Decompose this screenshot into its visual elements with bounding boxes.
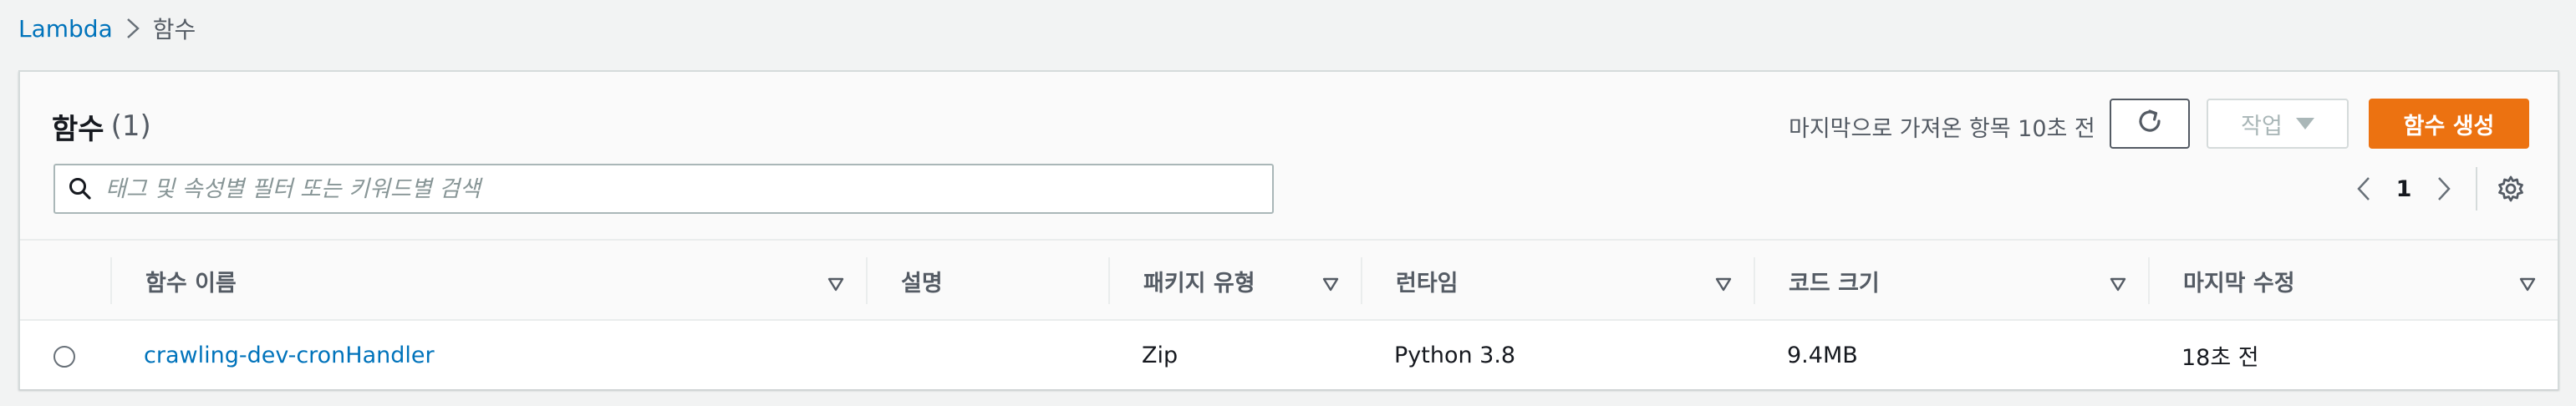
actions-dropdown-button[interactable]: 작업	[2207, 99, 2349, 149]
breadcrumb-lambda-link[interactable]: Lambda	[18, 15, 113, 43]
column-header-code-size[interactable]: 코드 크기	[1754, 257, 2148, 304]
breadcrumb: Lambda 함수	[18, 12, 196, 45]
function-runtime: Python 3.8	[1394, 342, 1516, 368]
table-header: 함수 이름 설명 패키지 유형 런타임 코드 크기 마지막 수정	[20, 241, 2558, 321]
refresh-button[interactable]	[2110, 99, 2190, 149]
last-fetched-text: 마지막으로 가져온 항목 10초 전	[1789, 115, 2095, 142]
column-header-last-modified[interactable]: 마지막 수정	[2148, 257, 2558, 304]
search-input[interactable]	[105, 166, 1259, 211]
sort-icon	[1715, 272, 1732, 298]
chevron-right-icon	[113, 12, 153, 45]
function-name-link[interactable]: crawling-dev-cronHandler	[144, 321, 435, 389]
breadcrumb-current: 함수	[152, 16, 196, 43]
functions-panel: 함수 (1) 마지막으로 가져온 항목 10초 전 작업 함수 생성 태그 및 …	[18, 70, 2559, 389]
column-header-runtime[interactable]: 런타임	[1361, 257, 1754, 304]
actions-label: 작업	[2241, 113, 2283, 140]
sort-icon	[1322, 272, 1339, 298]
refresh-icon	[2135, 106, 2165, 142]
column-header-package-type[interactable]: 패키지 유형	[1108, 257, 1361, 304]
page-title: 함수 (1)	[52, 105, 151, 147]
radio-icon[interactable]	[53, 346, 75, 368]
column-header-description: 설명	[866, 257, 1108, 304]
gear-icon[interactable]	[2489, 164, 2533, 214]
search-icon	[55, 165, 105, 212]
chevron-right-icon[interactable]	[2421, 164, 2467, 214]
sort-icon	[2519, 272, 2536, 298]
pager-divider	[2476, 167, 2477, 211]
search-box	[53, 164, 1274, 214]
function-code-size: 9.4MB	[1787, 342, 1858, 368]
chevron-left-icon[interactable]	[2340, 164, 2387, 214]
create-function-button[interactable]: 함수 생성	[2369, 99, 2529, 149]
caret-down-icon	[2295, 118, 2314, 129]
function-last-modified: 18초 전	[2181, 344, 2259, 371]
sort-icon	[2110, 272, 2126, 298]
function-package-type: Zip	[1142, 342, 1179, 368]
panel-header: 함수 (1) 마지막으로 가져온 항목 10초 전 작업 함수 생성 태그 및 …	[20, 72, 2558, 241]
table-row[interactable]: crawling-dev-cronHandler Zip Python 3.8 …	[20, 321, 2558, 389]
title-text: 함수	[52, 112, 104, 146]
column-header-function-name[interactable]: 함수 이름	[110, 257, 866, 304]
current-page-number[interactable]: 1	[2387, 176, 2421, 202]
sort-icon	[827, 272, 844, 298]
function-count: (1)	[110, 109, 151, 143]
pagination: 1	[2340, 164, 2533, 214]
